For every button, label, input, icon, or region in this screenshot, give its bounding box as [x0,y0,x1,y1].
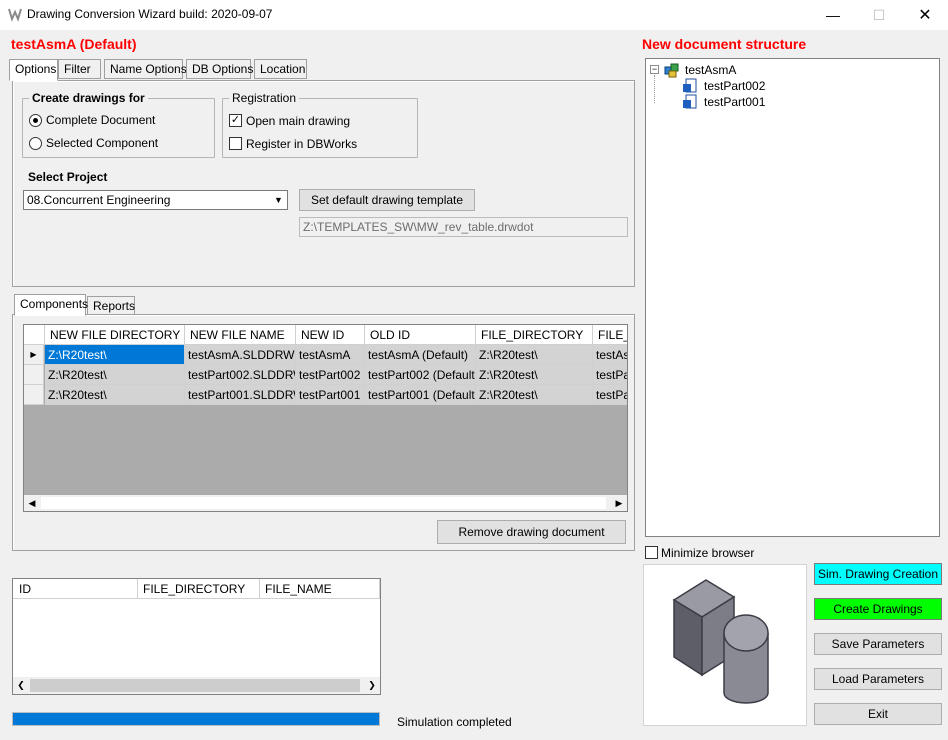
tree-line [654,75,655,103]
scroll-right-icon[interactable]: ▶ [611,495,627,511]
column-header[interactable]: FILE_N [593,325,627,345]
column-header[interactable]: FILE_NAME [260,579,380,599]
tab-options[interactable]: Options [9,59,58,81]
column-header[interactable]: FILE_DIRECTORY [476,325,593,345]
grid-cell[interactable]: Z:\R20test\ [45,345,185,365]
create-drawings-button[interactable]: Create Drawings [814,598,942,620]
minimize-browser-checkbox[interactable] [645,546,658,559]
radio-selected-component[interactable] [29,137,42,150]
minimize-icon[interactable]: — [810,0,856,30]
progress-fill [13,713,379,725]
tab-filter[interactable]: Filter [58,59,101,79]
assembly-icon [664,63,679,78]
bottom-grid[interactable]: ID FILE_DIRECTORY FILE_NAME ❮ ❯ [12,578,381,695]
scroll-left-icon[interactable]: ◀ [24,495,40,511]
scroll-right-icon[interactable]: ❯ [364,677,380,694]
grid-cell[interactable]: Z:\R20test\ [476,345,593,365]
grid-cell[interactable]: testPar [593,365,627,385]
select-project-label: Select Project [28,170,108,184]
column-header[interactable]: ID [13,579,138,599]
row-selector-icon[interactable]: ▶ [24,345,44,365]
grid-corner [24,325,45,345]
maximize-icon[interactable]: ☐ [856,0,902,30]
project-select[interactable]: 08.Concurrent Engineering ▼ [23,190,288,210]
selected-component-label: Selected Component [46,136,159,150]
close-icon[interactable]: ✕ [902,0,948,30]
tab-reports[interactable]: Reports [87,296,135,316]
scroll-track[interactable] [41,497,606,509]
scroll-thumb[interactable] [30,679,360,692]
template-path-field[interactable]: Z:\TEMPLATES_SW\MW_rev_table.drwdot [299,217,628,237]
row-selector[interactable] [24,385,44,405]
save-parameters-button[interactable]: Save Parameters [814,633,942,655]
grid-cell[interactable]: testPart001.SLDDRW [185,385,296,405]
collapse-icon[interactable]: − [650,65,659,74]
grid-cell[interactable]: testPart002 (Default) [365,365,476,385]
column-header[interactable]: NEW FILE NAME [185,325,296,345]
grid-cell[interactable]: testAsmA (Default) [365,345,476,365]
column-header[interactable]: NEW FILE DIRECTORY [45,325,185,345]
registration-label: Registration [229,91,300,105]
tree-item-root[interactable]: testAsmA [685,63,736,77]
project-select-value: 08.Concurrent Engineering [27,193,171,207]
structure-title: New document structure [642,36,807,52]
tab-location[interactable]: Location [254,59,307,79]
minimize-browser-label: Minimize browser [661,546,755,560]
status-text: Simulation completed [397,715,512,729]
set-template-button[interactable]: Set default drawing template [299,189,475,211]
tab-components[interactable]: Components [14,294,88,316]
grid-cell[interactable]: testPart001 (Default) [365,385,476,405]
remove-drawing-button[interactable]: Remove drawing document [437,520,626,544]
column-header[interactable]: NEW ID [296,325,365,345]
column-header[interactable]: OLD ID [365,325,476,345]
grid-horizontal-scrollbar[interactable]: ◀ ▶ [24,495,627,511]
scroll-left-icon[interactable]: ❮ [13,677,29,694]
app-logo-icon [8,8,22,22]
column-header[interactable]: FILE_DIRECTORY [138,579,260,599]
grid-cell[interactable]: Z:\R20test\ [476,385,593,405]
create-drawings-label: Create drawings for [29,91,148,105]
register-dbworks-checkbox[interactable] [229,137,242,150]
grid-cell[interactable]: testPart002 [296,365,365,385]
complete-document-label: Complete Document [46,113,156,127]
drawing-document-icon [683,94,697,109]
sim-drawing-creation-button[interactable]: Sim. Drawing Creation [814,563,942,585]
title-bar: Drawing Conversion Wizard build: 2020-09… [0,0,948,30]
grid-cell[interactable]: testPar [593,385,627,405]
progress-bar [12,712,380,726]
tab-name-options[interactable]: Name Options [104,59,187,79]
3d-model-icon [672,579,769,704]
bottom-grid-scrollbar[interactable]: ❮ ❯ [13,677,380,694]
radio-complete-document[interactable] [29,114,42,127]
structure-tree[interactable]: − testAsmA testPart002 testPart001 [645,58,940,537]
grid-cell[interactable]: testPart001 [296,385,365,405]
grid-cell[interactable]: testAsmA [296,345,365,365]
grid-cell[interactable]: testAsr [593,345,627,365]
drawing-document-icon [683,78,697,93]
dropdown-arrow-icon[interactable]: ▼ [270,191,287,209]
load-parameters-button[interactable]: Load Parameters [814,668,942,690]
grid-cell[interactable]: testPart002.SLDDRW [185,365,296,385]
open-main-drawing-checkbox[interactable]: ✓ [229,114,242,127]
open-main-drawing-label: Open main drawing [246,114,351,128]
grid-cell[interactable]: Z:\R20test\ [476,365,593,385]
tab-db-options[interactable]: DB Options [186,59,253,79]
model-preview [643,564,807,726]
components-grid[interactable]: NEW FILE DIRECTORY NEW FILE NAME NEW ID … [23,324,628,512]
tree-item-part[interactable]: testPart002 [704,79,765,93]
document-title: testAsmA (Default) [11,36,137,52]
grid-cell[interactable]: testAsmA.SLDDRW [185,345,296,365]
grid-cell[interactable]: Z:\R20test\ [45,385,185,405]
exit-button[interactable]: Exit [814,703,942,725]
grid-cell[interactable]: Z:\R20test\ [45,365,185,385]
window-title: Drawing Conversion Wizard build: 2020-09… [27,7,273,21]
tree-item-part[interactable]: testPart001 [704,95,765,109]
row-selector[interactable] [24,365,44,385]
register-dbworks-label: Register in DBWorks [246,137,358,151]
